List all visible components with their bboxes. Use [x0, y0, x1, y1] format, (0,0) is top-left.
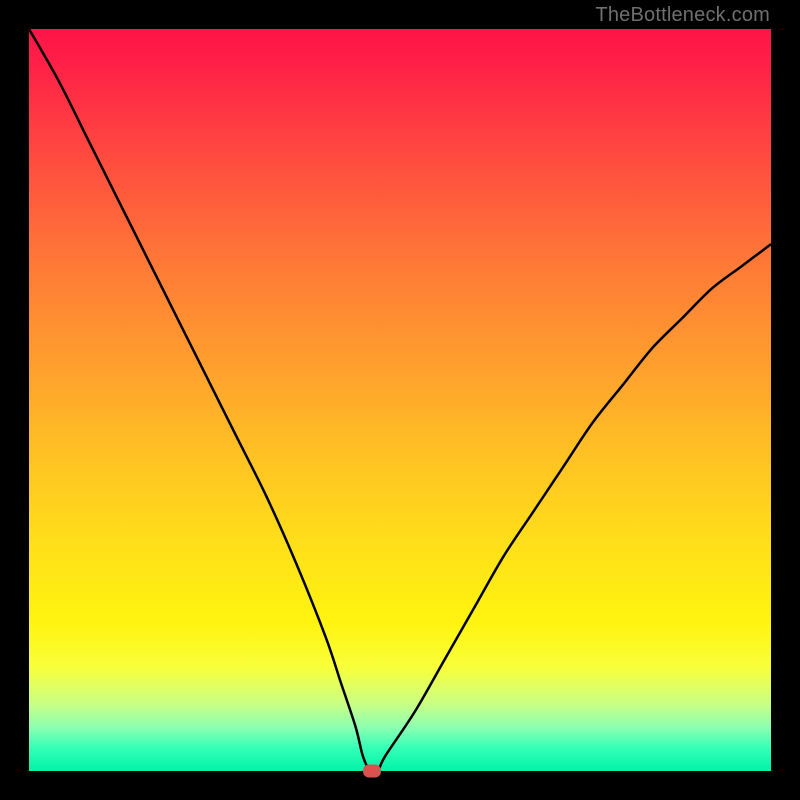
- curve-path: [29, 29, 771, 773]
- chart-container: TheBottleneck.com: [0, 0, 800, 800]
- watermark-text: TheBottleneck.com: [595, 4, 770, 27]
- optimum-marker: [363, 765, 381, 778]
- bottleneck-curve: [29, 29, 771, 771]
